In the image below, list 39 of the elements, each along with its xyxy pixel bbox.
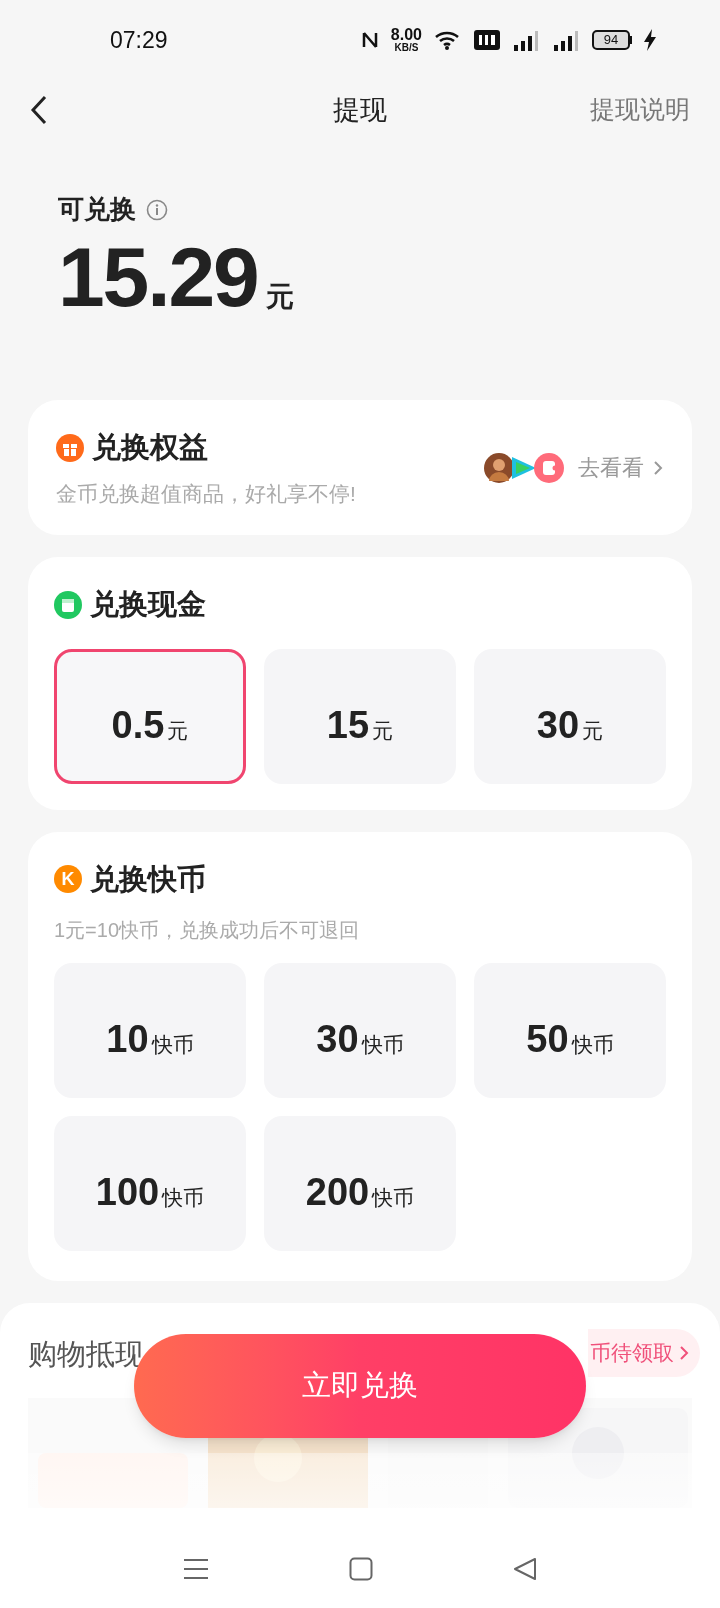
- speed-unit: KB/S: [394, 43, 419, 53]
- balance-amount: 15.29: [58, 235, 258, 319]
- charging-icon: [644, 29, 656, 51]
- amount-option[interactable]: 100快币: [54, 1116, 246, 1251]
- currency-unit: 元: [265, 280, 294, 314]
- page-title: 提现: [333, 93, 387, 127]
- hd-icon: [474, 30, 500, 50]
- exchange-note: 1元=10快币，兑换成功后不可退回: [54, 918, 361, 943]
- card-title: 兑换现金: [90, 587, 206, 622]
- signal-icon: [552, 29, 580, 51]
- status-time: 07:29: [110, 25, 168, 55]
- amount-option[interactable]: 10快币: [54, 963, 246, 1098]
- battery-indicator: 94: [592, 30, 632, 50]
- signal-icon: [512, 29, 540, 51]
- network-speed: 8.00: [390, 27, 422, 43]
- amount-option[interactable]: 15 元: [264, 648, 456, 784]
- back-icon[interactable]: [30, 95, 48, 125]
- info-icon[interactable]: [146, 198, 168, 221]
- balance-label: 可兑换: [58, 193, 136, 226]
- amount-option[interactable]: 30快币: [264, 963, 456, 1098]
- chevron-right-icon: [678, 1344, 690, 1362]
- menu-icon[interactable]: [183, 1558, 209, 1580]
- wallet-icon: [54, 590, 82, 619]
- card-title: 兑换权益: [92, 430, 208, 465]
- card-subtitle: 金币兑换超值商品，好礼享不停!: [56, 480, 356, 507]
- amount-option[interactable]: 200快币: [264, 1116, 456, 1251]
- coin-icon: K: [54, 865, 82, 894]
- amount-option[interactable]: 0.5元: [54, 648, 246, 784]
- card-title: 兑换快币: [90, 861, 206, 897]
- chevron-right-icon[interactable]: [652, 458, 664, 477]
- benefits-card[interactable]: 兑换权益 金币兑换超值商品，好礼享不停! 去看看: [28, 400, 692, 535]
- nfc-icon: [360, 30, 379, 50]
- avatar-icon: [484, 452, 514, 483]
- home-icon[interactable]: [349, 1557, 373, 1581]
- gift-icon: [56, 433, 84, 462]
- withdraw-info-link[interactable]: 提现说明: [590, 91, 690, 129]
- ticket-icon: [534, 452, 564, 483]
- amount-option[interactable]: 30 元: [474, 648, 666, 784]
- amount-option[interactable]: 50快币: [474, 963, 666, 1098]
